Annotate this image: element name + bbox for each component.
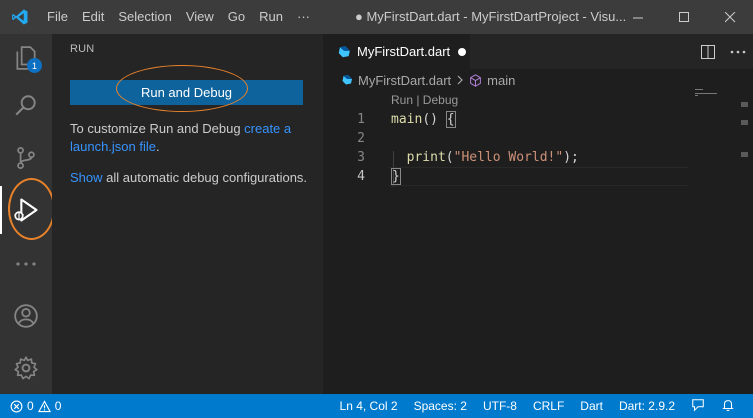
- ellipsis-icon: [730, 50, 746, 53]
- title-bar: File Edit Selection View Go Run ··· ● My…: [0, 0, 753, 34]
- breadcrumb-file-label: MyFirstDart.dart: [358, 72, 452, 88]
- more-views-button[interactable]: [0, 240, 52, 288]
- breadcrumb-file[interactable]: MyFirstDart.dart: [341, 73, 451, 88]
- language-mode[interactable]: Dart: [572, 399, 611, 413]
- unsaved-dot-icon[interactable]: [458, 47, 467, 56]
- line-ending[interactable]: CRLF: [525, 399, 572, 413]
- ellipsis-icon: [16, 262, 36, 266]
- code-line: 2: [323, 129, 703, 148]
- maximize-button[interactable]: [661, 0, 707, 34]
- feedback-icon: [692, 398, 704, 412]
- line-number: 4: [357, 169, 365, 184]
- problems-indicator[interactable]: 0 0: [10, 394, 61, 418]
- breadcrumb-symbol[interactable]: main: [469, 73, 515, 88]
- show-label: all automatic debug configurations.: [102, 170, 308, 185]
- explorer-button[interactable]: 1: [0, 34, 52, 82]
- tab-label: MyFirstDart.dart: [357, 44, 451, 59]
- explorer-badge: 1: [27, 58, 42, 73]
- menu-more[interactable]: ···: [290, 0, 317, 34]
- search-icon: [15, 95, 36, 116]
- run-debug-button[interactable]: [0, 186, 52, 234]
- code-text: (): [422, 112, 446, 127]
- code-line: 3 print("Hello World!");: [323, 148, 703, 167]
- window-controls: [615, 0, 753, 34]
- status-bar: 0 0 Ln 4, Col 2 Spaces: 2 UTF-8 CRLF Dar…: [0, 394, 753, 418]
- menu-view[interactable]: View: [179, 0, 221, 34]
- menu-go[interactable]: Go: [221, 0, 252, 34]
- minimize-icon: [632, 17, 643, 18]
- search-button[interactable]: [0, 82, 52, 130]
- chevron-right-icon: [456, 75, 464, 85]
- run-debug-icon: [14, 198, 38, 222]
- notifications-button[interactable]: [713, 398, 743, 415]
- code-text: );: [563, 150, 579, 165]
- vscode-logo-icon: [0, 0, 40, 34]
- run-sidebar: RUN Run and Debug To customize Run and D…: [52, 34, 323, 394]
- menu-run[interactable]: Run: [252, 0, 290, 34]
- menu-selection[interactable]: Selection: [111, 0, 178, 34]
- run-and-debug-button[interactable]: Run and Debug: [70, 80, 303, 105]
- string-literal: "Hello World!": [453, 150, 564, 165]
- sidebar-title: RUN: [70, 43, 95, 55]
- breadcrumb-symbol-label: main: [487, 72, 516, 88]
- window-title: ● MyFirstDart.dart - MyFirstDartProject …: [355, 9, 627, 24]
- encoding[interactable]: UTF-8: [475, 399, 525, 413]
- line-number: 2: [357, 131, 365, 146]
- account-icon: [14, 304, 38, 328]
- codelens-run-debug[interactable]: Run | Debug: [391, 93, 458, 107]
- code-line: 4 }: [323, 167, 703, 186]
- tab-myfirstdart[interactable]: MyFirstDart.dart: [323, 34, 470, 69]
- matching-brace: }: [391, 168, 401, 185]
- code-text: (: [445, 150, 454, 165]
- warning-count: 0: [54, 399, 62, 413]
- menu-edit[interactable]: Edit: [75, 0, 111, 34]
- split-editor-button[interactable]: [693, 44, 723, 59]
- menu-bar: File Edit Selection View Go Run ···: [40, 0, 317, 34]
- minimize-button[interactable]: [615, 0, 661, 34]
- customize-text: To customize Run and Debug create a laun…: [70, 120, 310, 156]
- split-editor-icon: [701, 44, 715, 59]
- editor-actions: [693, 34, 753, 69]
- indentation[interactable]: Spaces: 2: [406, 399, 475, 413]
- line-number: 3: [357, 150, 365, 165]
- source-control-icon: [17, 147, 35, 169]
- feedback-button[interactable]: [683, 398, 713, 415]
- breadcrumb: MyFirstDart.dart main: [341, 69, 515, 91]
- close-icon: [724, 11, 735, 22]
- method-cube-icon: [470, 73, 482, 87]
- function-name: main: [391, 112, 423, 127]
- activity-bar: 1: [0, 34, 55, 394]
- warning-icon: [37, 399, 51, 412]
- source-control-button[interactable]: [0, 134, 52, 182]
- error-count: 0: [27, 399, 34, 413]
- more-actions-button[interactable]: [723, 50, 753, 54]
- manage-button[interactable]: [0, 344, 52, 392]
- gear-icon: [14, 356, 38, 380]
- dart-sdk-version[interactable]: Dart: 2.9.2: [611, 399, 683, 413]
- function-name: print: [406, 150, 446, 165]
- tab-bar: MyFirstDart.dart: [323, 34, 753, 69]
- show-configs-text: Show all automatic debug configurations.: [70, 169, 310, 187]
- overview-ruler[interactable]: [741, 94, 749, 174]
- accounts-button[interactable]: [0, 292, 52, 340]
- dart-file-icon: [342, 75, 352, 85]
- cursor-position[interactable]: Ln 4, Col 2: [332, 399, 406, 413]
- menu-file[interactable]: File: [40, 0, 75, 34]
- error-icon: [10, 400, 23, 412]
- show-link[interactable]: Show: [70, 170, 103, 185]
- minimap[interactable]: [695, 88, 735, 100]
- matching-brace: {: [445, 111, 456, 128]
- maximize-icon: [678, 11, 689, 22]
- code-line: 1 main() {: [323, 110, 703, 129]
- status-right: Ln 4, Col 2 Spaces: 2 UTF-8 CRLF Dart Da…: [332, 394, 743, 418]
- customize-end: .: [156, 139, 160, 154]
- bell-icon: [722, 399, 734, 411]
- dart-file-icon: [338, 45, 350, 57]
- line-number: 1: [357, 112, 365, 127]
- close-button[interactable]: [707, 0, 753, 34]
- customize-label: To customize Run and Debug: [70, 121, 245, 136]
- editor-group: MyFirstDart.dart MyFirstDart.dart main R…: [323, 34, 753, 394]
